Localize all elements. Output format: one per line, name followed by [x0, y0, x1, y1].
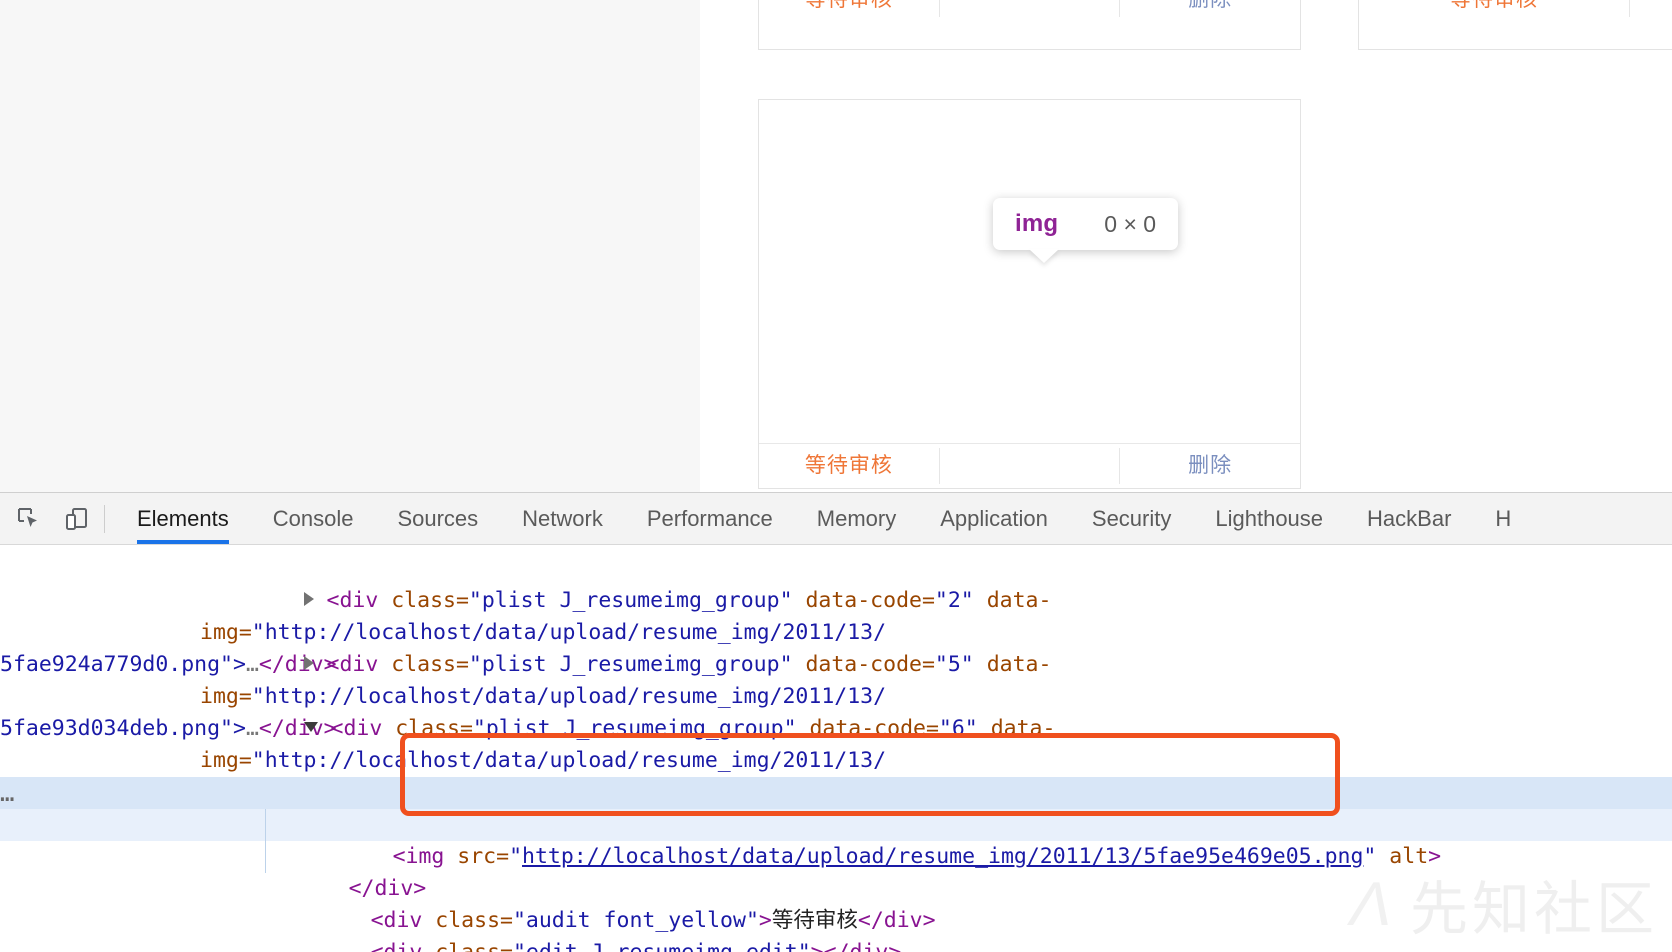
- dom-attr-value: "edit J_resumeimg_edit": [513, 940, 811, 952]
- dom-node-plist-5[interactable]: <div class="plist J_resumeimg_group" dat…: [0, 617, 1672, 741]
- chevron-right-icon[interactable]: [303, 592, 314, 606]
- element-inspector-tooltip: img 0 × 0: [993, 198, 1179, 250]
- dom-node-bg-hoverbut[interactable]: <div class="bg J_hoverbut">: [0, 745, 1672, 805]
- dom-attr-value: "plist J_resumeimg_group": [468, 588, 793, 613]
- tab-sources[interactable]: Sources: [375, 493, 500, 544]
- tab-elements[interactable]: Elements: [115, 493, 251, 544]
- dom-node-plist-2[interactable]: <div class="plist J_resumeimg_group" dat…: [0, 553, 1672, 677]
- delete-button[interactable]: 删除: [1120, 0, 1300, 10]
- tab-performance[interactable]: Performance: [625, 493, 795, 544]
- dom-attr-name: class=: [378, 588, 469, 613]
- tab-network[interactable]: Network: [500, 493, 625, 544]
- tab-memory[interactable]: Memory: [795, 493, 918, 544]
- dom-attr-value: "5": [934, 652, 974, 677]
- chevron-down-icon[interactable]: [303, 722, 318, 732]
- dom-bracket: >: [811, 940, 824, 952]
- dom-tag: <div: [326, 652, 379, 677]
- tab-hackbar[interactable]: HackBar: [1345, 493, 1473, 544]
- dom-tag: <div: [326, 588, 379, 613]
- resume-image-area[interactable]: [759, 100, 1300, 444]
- dom-attr-value: "plist J_resumeimg_group": [472, 716, 797, 741]
- page-left-empty-pane: [0, 0, 700, 492]
- resume-card-top[interactable]: 等待审核 删除: [758, 0, 1301, 50]
- inspect-element-icon[interactable]: [12, 502, 46, 536]
- toolbar-divider: [104, 504, 105, 533]
- dom-close-tag: </div>: [824, 940, 902, 952]
- devtools-toolbar: Elements Console Sources Network Perform…: [0, 493, 1672, 545]
- tab-security[interactable]: Security: [1070, 493, 1193, 544]
- resume-card-selected[interactable]: 等待审核 删除: [758, 99, 1301, 489]
- dom-tag: <div: [330, 716, 383, 741]
- audit-status-label: 等待审核: [759, 0, 939, 10]
- action-separator: [938, 0, 940, 17]
- card-actions: 等待审核 删除: [759, 443, 1300, 488]
- resume-card-top-right[interactable]: 等待审核: [1358, 0, 1672, 50]
- dom-node-plist-6[interactable]: <div class="plist J_resumeimg_group" dat…: [0, 681, 1672, 805]
- watermark-logo-icon: Λ: [1343, 869, 1404, 939]
- action-separator: [938, 447, 940, 484]
- dom-overflow-dots[interactable]: …: [0, 777, 16, 809]
- tooltip-tag-name: img: [1015, 210, 1059, 237]
- action-separator: [1629, 0, 1630, 17]
- tab-lighthouse[interactable]: Lighthouse: [1193, 493, 1345, 544]
- audit-status-label: 等待审核: [1359, 0, 1629, 10]
- delete-button[interactable]: 删除: [1120, 455, 1300, 476]
- page-viewport: 等待审核 删除 等待审核 等待审核 删除: [0, 0, 1672, 492]
- screenshot-root: 等待审核 删除 等待审核 等待审核 删除: [0, 0, 1672, 952]
- dom-attr-name: class=: [378, 652, 469, 677]
- watermark-text: 先知社区: [1409, 877, 1658, 942]
- watermark: Λ 先知社区: [1343, 862, 1658, 946]
- dom-node-pic-selected[interactable]: … <div class="pic"> == $0: [0, 777, 1672, 837]
- card-actions: 等待审核: [1359, 0, 1672, 49]
- dom-attr-name: data-code=: [796, 716, 939, 741]
- dom-attr-value: "plist J_resumeimg_group": [468, 652, 793, 677]
- dom-attr-name: data-code=: [792, 652, 935, 677]
- dom-node-img[interactable]: <img src="http://localhost/data/upload/r…: [0, 809, 1672, 873]
- chevron-right-icon[interactable]: [303, 656, 314, 670]
- tooltip-dimensions: 0 × 0: [1104, 210, 1157, 237]
- dom-attr-name: class=: [422, 940, 513, 952]
- dom-attr-value: "2": [934, 588, 974, 613]
- dom-attr-name: class=: [382, 716, 473, 741]
- devtools-toolbar-icons: [0, 493, 102, 544]
- dom-tag: <div: [371, 940, 423, 952]
- dom-attr-name: data-code=: [792, 588, 935, 613]
- audit-status-label: 等待审核: [804, 454, 893, 477]
- tab-console[interactable]: Console: [251, 493, 376, 544]
- card-actions: 等待审核 删除: [759, 0, 1300, 49]
- devtools-tab-bar: Elements Console Sources Network Perform…: [115, 493, 1672, 544]
- tab-overflow[interactable]: H: [1473, 493, 1533, 544]
- device-toolbar-icon[interactable]: [60, 502, 94, 536]
- dom-attr-value: "6": [938, 716, 978, 741]
- tab-application[interactable]: Application: [918, 493, 1070, 544]
